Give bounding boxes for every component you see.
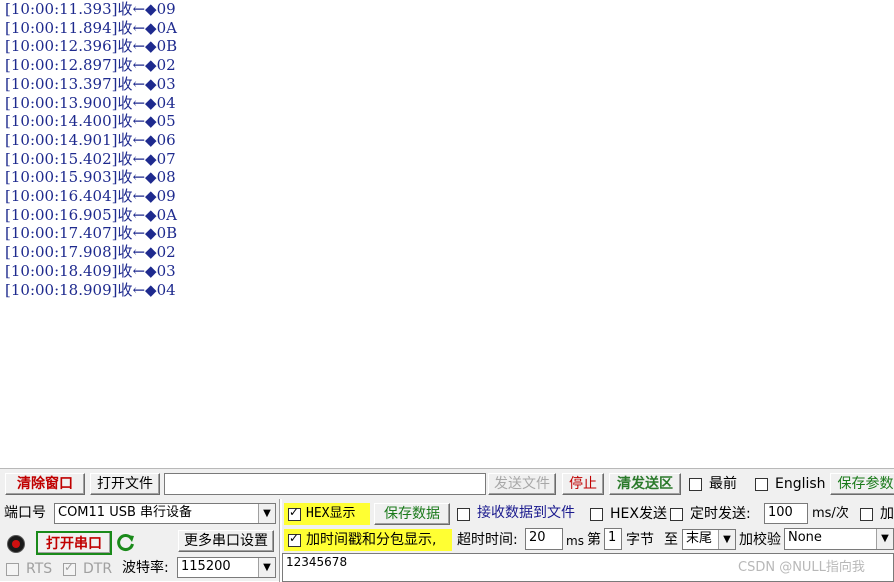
hex-send-label: HEX发送 — [610, 506, 667, 522]
stop-button[interactable]: 停止 — [562, 473, 604, 495]
recv-to-file-label: 接收数据到文件 — [477, 505, 575, 521]
file-path-input[interactable] — [164, 473, 486, 495]
save-params-button[interactable]: 保存参数 — [830, 473, 894, 495]
more-serial-settings-button[interactable]: 更多串口设置 — [178, 530, 274, 552]
log-line: [10:00:13.397]收←◆03 — [5, 74, 176, 93]
open-port-button[interactable]: 打开串口 — [36, 531, 112, 555]
log-line: [10:00:18.409]收←◆03 — [5, 261, 176, 280]
log-line: [10:00:14.901]收←◆06 — [5, 130, 176, 149]
timed-unit-label: ms/次 — [812, 506, 849, 521]
timeout-input[interactable]: 20 — [525, 528, 563, 550]
log-line: [10:00:15.402]收←◆07 — [5, 149, 176, 168]
baud-label: 波特率: — [122, 560, 169, 576]
chevron-down-icon[interactable]: ▼ — [258, 504, 275, 523]
timeout-label: 超时时间: — [457, 532, 518, 548]
refresh-icon[interactable] — [116, 533, 136, 553]
baud-select[interactable]: 115200 ▼ — [177, 557, 276, 578]
add-checkbox[interactable] — [860, 508, 873, 521]
log-line: [10:00:15.903]收←◆08 — [5, 168, 176, 187]
hex-send-checkbox[interactable] — [590, 508, 603, 521]
watermark-text: CSDN @NULL指向我 — [738, 560, 865, 575]
timestamp-checkbox[interactable] — [288, 531, 301, 547]
english-label: English — [775, 476, 826, 492]
topmost-checkbox[interactable] — [689, 478, 702, 491]
log-line: [10:00:17.407]收←◆0B — [5, 224, 178, 243]
english-checkbox[interactable] — [755, 478, 768, 491]
checksum-select-value: None — [788, 530, 822, 545]
recv-to-file-checkbox[interactable] — [457, 508, 470, 521]
port-label: 端口号 — [4, 505, 46, 521]
topmost-label: 最前 — [709, 476, 737, 492]
log-line: [10:00:18.909]收←◆04 — [5, 280, 176, 299]
log-line: [10:00:14.400]收←◆05 — [5, 112, 176, 131]
timestamp-label: 加时间戳和分包显示, — [306, 532, 437, 548]
log-line: [10:00:17.908]收←◆02 — [5, 243, 176, 262]
byte-label: 字节 — [626, 532, 654, 548]
add-label: 加 — [880, 506, 894, 522]
chevron-down-icon[interactable]: ▼ — [718, 530, 735, 549]
save-data-button[interactable]: 保存数据 — [374, 503, 450, 525]
log-line: [10:00:16.905]收←◆0A — [5, 205, 177, 224]
clear-window-button[interactable]: 清除窗口 — [5, 473, 85, 495]
checksum-label: 加校验 — [739, 532, 781, 548]
control-panel: 清除窗口 打开文件 发送文件 停止 清发送区 最前 English 保存参数 端… — [0, 468, 894, 582]
hex-display-checkbox[interactable] — [288, 505, 301, 521]
to-label: 至 — [664, 532, 678, 548]
port-status-led-icon — [7, 535, 25, 553]
to-select-value: 末尾 — [686, 531, 713, 546]
log-line: [10:00:11.894]收←◆0A — [5, 18, 177, 37]
dtr-label: DTR — [83, 561, 113, 577]
port-select-value: COM11 USB 串行设备 — [58, 505, 193, 520]
nth-label: 第 — [587, 532, 601, 548]
log-line: [10:00:12.897]收←◆02 — [5, 56, 176, 75]
nth-byte-input[interactable]: 1 — [604, 528, 622, 550]
receive-log-area[interactable]: [10:00:11.393]收←◆09 [10:00:11.894]收←◆0A [1… — [0, 0, 894, 468]
dtr-checkbox[interactable] — [63, 560, 76, 576]
chevron-down-icon[interactable]: ▼ — [876, 529, 893, 549]
timeout-unit-label: ms — [566, 534, 584, 548]
log-line: [10:00:13.900]收←◆04 — [5, 93, 176, 112]
timed-send-checkbox[interactable] — [670, 508, 683, 521]
rts-label: RTS — [26, 561, 53, 577]
timed-interval-input[interactable]: 100 — [764, 503, 808, 524]
send-file-button[interactable]: 发送文件 — [488, 473, 556, 495]
log-line: [10:00:11.393]收←◆09 — [5, 0, 176, 18]
hex-display-label: HEX显示 — [306, 506, 356, 521]
clear-send-area-button[interactable]: 清发送区 — [609, 473, 681, 495]
rts-checkbox[interactable] — [6, 563, 19, 576]
baud-select-value: 115200 — [181, 559, 231, 574]
port-select[interactable]: COM11 USB 串行设备 ▼ — [54, 503, 276, 524]
log-line: [10:00:16.404]收←◆09 — [5, 187, 176, 205]
timed-send-label: 定时发送: — [690, 506, 751, 522]
to-select[interactable]: 末尾 ▼ — [682, 529, 736, 550]
open-file-button[interactable]: 打开文件 — [90, 473, 160, 495]
checksum-select[interactable]: None ▼ — [784, 528, 894, 550]
log-line: [10:00:12.396]收←◆0B — [5, 37, 178, 56]
chevron-down-icon[interactable]: ▼ — [258, 558, 275, 577]
